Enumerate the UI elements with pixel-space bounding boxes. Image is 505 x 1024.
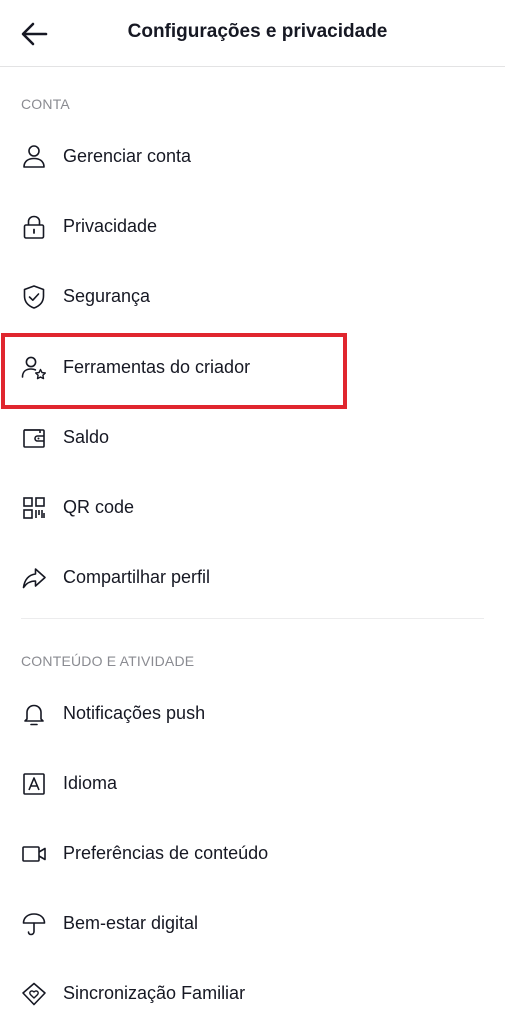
settings-item-saldo[interactable]: Saldo: [0, 410, 505, 466]
settings-item-label: Bem-estar digital: [63, 913, 199, 933]
section-divider: [21, 618, 484, 619]
person-icon: [20, 143, 48, 171]
bell-icon: [20, 700, 48, 728]
settings-item-gerenciar-conta[interactable]: Gerenciar conta: [0, 129, 505, 185]
settings-item-label: Ferramentas do criador: [63, 357, 251, 377]
settings-item-seguranca[interactable]: Segurança: [0, 269, 505, 325]
section-header-conta: CONTA: [21, 96, 70, 112]
settings-item-notificacoes-push[interactable]: Notificações push: [0, 686, 505, 742]
settings-item-bem-estar-digital[interactable]: Bem-estar digital: [0, 896, 505, 952]
wallet-icon: [20, 424, 48, 452]
umbrella-icon: [20, 910, 48, 938]
settings-item-label: Saldo: [63, 427, 110, 447]
share-arrow-icon: [20, 564, 48, 592]
settings-item-privacidade[interactable]: Privacidade: [0, 199, 505, 255]
qr-code-icon: [20, 494, 48, 522]
settings-screen: Configurações e privacidade CONTA Gerenc…: [0, 0, 505, 1024]
top-bar: Configurações e privacidade: [0, 0, 505, 67]
settings-item-ferramentas-do-criador[interactable]: Ferramentas do criador: [0, 340, 505, 396]
settings-item-label: Idioma: [63, 773, 118, 793]
settings-item-label: Privacidade: [63, 216, 158, 236]
lock-icon: [20, 213, 48, 241]
settings-item-label: Gerenciar conta: [63, 146, 192, 166]
settings-item-compartilhar-perfil[interactable]: Compartilhar perfil: [0, 550, 505, 606]
home-heart-icon: [20, 980, 48, 1008]
settings-item-label: QR code: [63, 497, 135, 517]
settings-item-label: Segurança: [63, 286, 151, 306]
section-header-conteudo-e-atividade: CONTEÚDO E ATIVIDADE: [21, 653, 195, 669]
settings-item-label: Preferências de conteúdo: [63, 843, 269, 863]
video-camera-icon: [20, 840, 48, 868]
page-title: Configurações e privacidade: [127, 21, 388, 42]
settings-item-sincronizacao-familiar[interactable]: Sincronização Familiar: [0, 966, 505, 1022]
settings-item-label: Sincronização Familiar: [63, 983, 246, 1003]
settings-item-preferencias-de-conteudo[interactable]: Preferências de conteúdo: [0, 826, 505, 882]
person-star-icon: [20, 354, 48, 382]
settings-item-qr-code[interactable]: QR code: [0, 480, 505, 536]
shield-check-icon: [20, 283, 48, 311]
settings-item-idioma[interactable]: Idioma: [0, 756, 505, 812]
language-a-icon: [20, 770, 48, 798]
settings-item-label: Notificações push: [63, 703, 206, 723]
settings-item-label: Compartilhar perfil: [63, 567, 211, 587]
